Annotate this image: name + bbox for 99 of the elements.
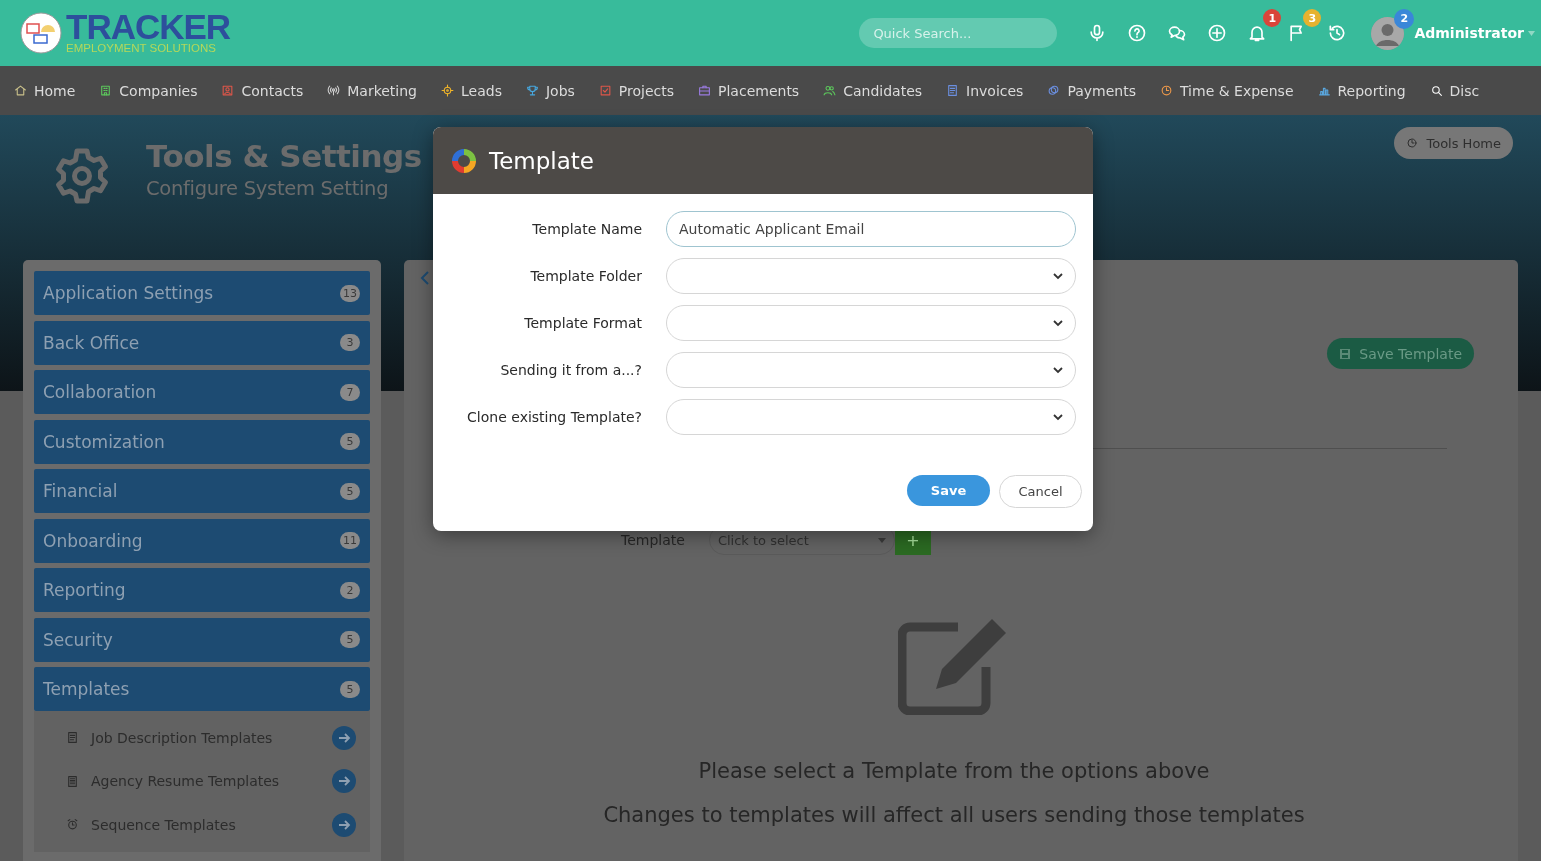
field-label: Template Format (523, 315, 642, 331)
nav-item[interactable]: Payments (1047, 82, 1136, 99)
list-document-icon (66, 774, 79, 788)
sidebar-section[interactable]: Customization 5 (34, 419, 370, 464)
nav-item[interactable]: Projects (598, 82, 675, 99)
empty-state-message: Please select a Template from the options above (697, 759, 1211, 783)
count-badge: 5 (340, 433, 360, 450)
alarm-clock-icon (66, 818, 79, 832)
target-icon (441, 84, 454, 97)
chat-icon (1167, 23, 1188, 43)
template-label: Template (621, 532, 685, 548)
nav-item[interactable]: Placements (698, 82, 800, 99)
search-icon (1429, 84, 1443, 97)
notification-badge: 3 (1303, 9, 1322, 27)
nav-item[interactable]: Time & Expense (1160, 82, 1294, 99)
logo-icon (20, 12, 62, 54)
brand-subtitle: EMPLOYMENT SOLUTIONS (66, 42, 217, 54)
select-field[interactable] (666, 258, 1076, 294)
section-label: Security (43, 629, 113, 650)
help-button[interactable] (1127, 23, 1148, 43)
caret-icon (877, 537, 886, 543)
sidebar-section[interactable]: Templates 5 (34, 667, 370, 711)
field-label: Sending it from a...? (499, 362, 642, 378)
nav-item[interactable]: Marketing (327, 82, 417, 99)
tools-home-button[interactable]: Tools Home (1394, 127, 1513, 159)
count-badge: 5 (340, 631, 360, 648)
count-badge: 5 (340, 680, 360, 698)
building-icon (99, 84, 113, 97)
sidebar-section[interactable]: Collaboration 7 (34, 370, 370, 414)
section-label: Financial (43, 481, 118, 501)
count-badge: 11 (340, 532, 360, 549)
user-menu[interactable]: Administrator (1414, 25, 1535, 41)
nav-item[interactable]: Disc (1429, 82, 1480, 99)
select-field[interactable] (666, 399, 1076, 435)
section-label: Templates (43, 679, 130, 699)
page-subtitle: Configure System Setting (146, 177, 390, 201)
field-label: Clone existing Template? (466, 409, 642, 425)
select-field[interactable] (666, 305, 1076, 341)
chevron-left-icon (420, 270, 430, 286)
dialog-title: Template (489, 147, 594, 174)
clock-icon (1406, 137, 1419, 149)
sidebar-section[interactable]: Financial 5 (34, 469, 370, 513)
section-label: Application Settings (43, 283, 214, 303)
count-badge: 2 (340, 581, 360, 599)
nav-item[interactable]: Contacts (221, 82, 304, 99)
briefcase-icon (698, 84, 712, 97)
clock-icon (1160, 84, 1173, 97)
count-badge: 7 (340, 383, 360, 401)
document-icon (946, 84, 960, 97)
coins-icon (1047, 84, 1061, 97)
section-label: Back Office (43, 332, 140, 353)
count-badge: 3 (340, 334, 360, 351)
home-icon (14, 84, 27, 97)
count-badge: 5 (340, 482, 360, 500)
sidebar-section[interactable]: Back Office 3 (34, 320, 370, 365)
chevron-down-icon (1053, 272, 1063, 280)
add-button[interactable] (1207, 23, 1228, 43)
save-button[interactable]: Save (907, 475, 990, 506)
field-label: Template Folder (529, 268, 642, 284)
section-label: Onboarding (43, 530, 143, 551)
count-badge: 13 (340, 284, 360, 302)
nav-item[interactable]: Companies (99, 82, 198, 99)
save-icon (1339, 347, 1352, 360)
chat-button[interactable] (1167, 23, 1188, 43)
page-title: Tools & Settings (146, 137, 422, 176)
add-icon (1207, 23, 1228, 43)
section-label: Collaboration (43, 382, 157, 402)
trophy-icon (525, 84, 539, 97)
notification-badge: 1 (1263, 9, 1282, 27)
sidebar-section[interactable]: Application Settings 13 (34, 271, 370, 315)
select-field[interactable] (666, 352, 1076, 388)
notification-badge: 2 (1394, 8, 1415, 29)
empty-state-note: Changes to templates will affect all users sending those templates (602, 803, 1306, 827)
chevron-down-icon (1053, 319, 1063, 327)
document-icon (66, 731, 79, 745)
section-label: Customization (43, 431, 165, 452)
sidebar-section[interactable]: Reporting 2 (34, 568, 370, 612)
chevron-down-icon (1053, 413, 1063, 421)
text-field[interactable]: Automatic Applicant Email (666, 211, 1076, 247)
nav-item[interactable]: Reporting (1317, 82, 1406, 99)
sidebar-section[interactable]: Security 5 (34, 617, 370, 662)
field-label: Template Name (531, 221, 642, 237)
section-label: Reporting (43, 580, 126, 600)
save-template-button[interactable]: Save Template (1327, 338, 1474, 369)
chevron-down-icon (1053, 366, 1063, 374)
nav-item[interactable]: Leads (441, 82, 502, 99)
nav-item[interactable]: Home (14, 82, 76, 99)
brand-title: TRACKER (66, 12, 231, 42)
nav-item[interactable]: Invoices (946, 82, 1024, 99)
signal-icon (327, 84, 341, 97)
nav-item[interactable]: Candidates (823, 82, 923, 99)
people-icon (823, 84, 837, 97)
checkbox-icon (598, 84, 612, 97)
sidebar-section[interactable]: Onboarding 11 (34, 518, 370, 563)
cancel-button[interactable]: Cancel (999, 475, 1082, 508)
caret-icon (1528, 30, 1535, 36)
contact-card-icon (221, 84, 235, 97)
help-icon (1127, 23, 1148, 43)
nav-item[interactable]: Jobs (525, 82, 575, 99)
